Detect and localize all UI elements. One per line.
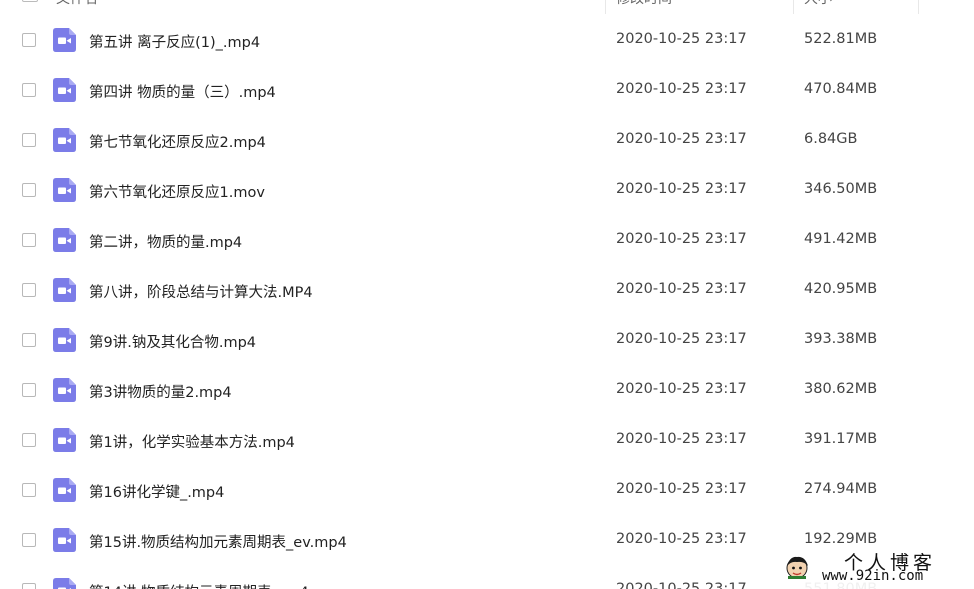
file-size: 391.17MB (804, 431, 878, 447)
row-checkbox[interactable] (22, 283, 36, 297)
file-row[interactable]: 第1讲，化学实验基本方法.mp4 2020-10-25 23:17 391.17MB (0, 415, 974, 465)
video-file-icon (53, 178, 76, 202)
video-file-icon (53, 128, 76, 152)
video-file-icon (53, 228, 76, 252)
file-modified-date: 2020-10-25 23:17 (616, 531, 747, 547)
file-modified-date: 2020-10-25 23:17 (616, 181, 747, 197)
row-checkbox[interactable] (22, 433, 36, 447)
file-size: 522.81MB (804, 31, 878, 47)
row-checkbox[interactable] (22, 383, 36, 397)
file-name[interactable]: 第9讲.钠及其化合物.mp4 (89, 331, 256, 352)
file-row[interactable]: 第四讲 物质的量（三）.mp4 2020-10-25 23:17 470.84MB (0, 65, 974, 115)
row-checkbox[interactable] (22, 233, 36, 247)
file-size: 380.62MB (804, 381, 878, 397)
file-row[interactable]: 第3讲物质的量2.mp4 2020-10-25 23:17 380.62MB (0, 365, 974, 415)
file-list: 第五讲 离子反应(1)_.mp4 2020-10-25 23:17 522.81MB… (0, 15, 974, 589)
avatar-face-icon (786, 556, 808, 579)
column-header-date[interactable]: 修改时间 (616, 0, 672, 8)
file-modified-date: 2020-10-25 23:17 (616, 331, 747, 347)
row-checkbox[interactable] (22, 533, 36, 547)
file-row[interactable]: 第七节氧化还原反应2.mp4 2020-10-25 23:17 6.84GB (0, 115, 974, 165)
file-row[interactable]: 第六节氧化还原反应1.mov 2020-10-25 23:17 346.50MB (0, 165, 974, 215)
file-size: 346.50MB (804, 181, 878, 197)
column-divider[interactable] (605, 0, 606, 14)
file-size: 420.95MB (804, 281, 878, 297)
video-file-icon (53, 328, 76, 352)
video-file-icon (53, 378, 76, 402)
file-modified-date: 2020-10-25 23:17 (616, 481, 747, 497)
file-row[interactable]: 第五讲 离子反应(1)_.mp4 2020-10-25 23:17 522.81MB (0, 15, 974, 65)
column-header-size[interactable]: 大小 (804, 0, 832, 8)
file-row[interactable]: 第9讲.钠及其化合物.mp4 2020-10-25 23:17 393.38MB (0, 315, 974, 365)
file-name[interactable]: 第八讲，阶段总结与计算大法.MP4 (89, 281, 313, 302)
row-checkbox[interactable] (22, 133, 36, 147)
select-all-checkbox[interactable] (22, 0, 38, 2)
column-divider[interactable] (793, 0, 794, 14)
file-list-page: 文件名 ⌄ 修改时间 大小 第五讲 离子反应(1)_.mp4 2020-10-25… (0, 0, 974, 589)
file-name[interactable]: 第15讲.物质结构加元素周期表_ev.mp4 (89, 531, 347, 552)
video-file-icon (53, 428, 76, 452)
file-modified-date: 2020-10-25 23:17 (616, 81, 747, 97)
file-modified-date: 2020-10-25 23:17 (616, 231, 747, 247)
file-row[interactable]: 第八讲，阶段总结与计算大法.MP4 2020-10-25 23:17 420.95M… (0, 265, 974, 315)
row-checkbox[interactable] (22, 583, 36, 589)
column-header-name[interactable]: 文件名 (56, 0, 98, 8)
table-header: 文件名 ⌄ 修改时间 大小 (0, 0, 974, 14)
row-checkbox[interactable] (22, 33, 36, 47)
file-name[interactable]: 第16讲化学键_.mp4 (89, 481, 224, 502)
file-row[interactable]: 第二讲，物质的量.mp4 2020-10-25 23:17 491.42MB (0, 215, 974, 265)
file-size: 393.38MB (804, 331, 878, 347)
watermark-url: www.92in.com (822, 568, 924, 584)
row-checkbox[interactable] (22, 483, 36, 497)
file-modified-date: 2020-10-25 23:17 (616, 381, 747, 397)
row-checkbox[interactable] (22, 83, 36, 97)
file-row[interactable]: 第16讲化学键_.mp4 2020-10-25 23:17 274.94MB (0, 465, 974, 515)
video-file-icon (53, 278, 76, 302)
file-modified-date: 2020-10-25 23:17 (616, 31, 747, 47)
file-name[interactable]: 第四讲 物质的量（三）.mp4 (89, 81, 276, 102)
file-name[interactable]: 第二讲，物质的量.mp4 (89, 231, 242, 252)
video-file-icon (53, 578, 76, 589)
file-modified-date: 2020-10-25 23:17 (616, 131, 747, 147)
file-name[interactable]: 第七节氧化还原反应2.mp4 (89, 131, 266, 152)
row-checkbox[interactable] (22, 333, 36, 347)
video-file-icon (53, 28, 76, 52)
file-size: 491.42MB (804, 231, 878, 247)
file-size: 6.84GB (804, 131, 858, 147)
file-name[interactable]: 第1讲，化学实验基本方法.mp4 (89, 431, 295, 452)
video-file-icon (53, 478, 76, 502)
file-name[interactable]: 第六节氧化还原反应1.mov (89, 181, 265, 202)
file-name[interactable]: 第14讲.物质结构元素周期表.mp4 (89, 581, 309, 589)
row-checkbox[interactable] (22, 183, 36, 197)
file-name[interactable]: 第3讲物质的量2.mp4 (89, 381, 232, 402)
file-size: 274.94MB (804, 481, 878, 497)
file-modified-date: 2020-10-25 23:17 (616, 431, 747, 447)
video-file-icon (53, 528, 76, 552)
file-size: 470.84MB (804, 81, 878, 97)
file-modified-date: 2020-10-25 23:17 (616, 281, 747, 297)
column-divider[interactable] (918, 0, 919, 14)
video-file-icon (53, 78, 76, 102)
file-modified-date: 2020-10-25 23:17 (616, 581, 747, 589)
watermark: 个人博客 www.92in.com (778, 548, 974, 589)
file-name[interactable]: 第五讲 离子反应(1)_.mp4 (89, 31, 260, 52)
file-size: 192.29MB (804, 531, 878, 547)
